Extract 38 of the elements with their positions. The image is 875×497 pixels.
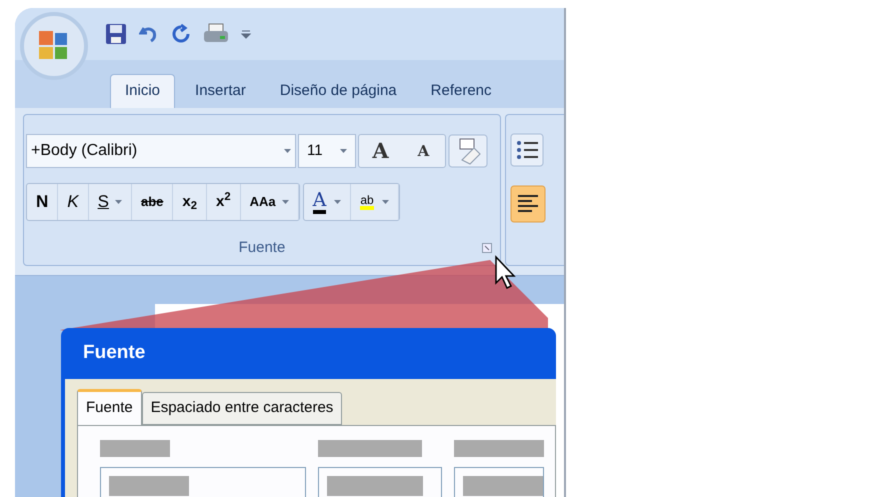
dropdown-caret-icon <box>282 200 289 204</box>
format-button[interactable]: N <box>27 184 58 220</box>
customize-caret-icon[interactable] <box>241 29 251 39</box>
ribbon-tab[interactable]: Diseño de página <box>266 74 411 108</box>
dialog-launcher-icon[interactable] <box>482 243 492 253</box>
font-name-field[interactable]: +Body (Calibri) <box>26 134 296 168</box>
bullet-list-icon[interactable] <box>510 133 544 167</box>
dropdown-caret-icon <box>382 200 389 204</box>
dialog-tab[interactable]: Fuente <box>77 389 142 425</box>
mouse-pointer-icon <box>494 255 518 291</box>
clear-formatting-icon[interactable] <box>448 134 488 168</box>
ribbon-tab[interactable]: Inicio <box>110 74 176 108</box>
dropdown-caret-icon <box>114 200 122 204</box>
group-title: Fuente <box>238 238 286 258</box>
printer-icon[interactable] <box>203 23 229 45</box>
shrink-font-button[interactable]: A <box>402 135 445 167</box>
dropdown-caret-icon <box>340 149 347 153</box>
align-left-icon[interactable] <box>510 185 546 223</box>
format-button[interactable]: S <box>88 184 132 220</box>
format-button[interactable]: x$^{2}$ <box>206 184 241 220</box>
format-button[interactable]: A <box>304 184 352 220</box>
dialog-tab[interactable]: Espaciado entre caracteres <box>142 392 342 425</box>
dropdown-caret-icon <box>334 200 342 204</box>
format-button[interactable]: x$_{2}$ <box>173 184 207 220</box>
ribbon-tab[interactable]: Insertar <box>181 74 260 108</box>
font-size-field[interactable]: 11 <box>298 134 356 168</box>
save-icon[interactable] <box>105 23 127 45</box>
grow-font-button[interactable]: A <box>359 135 402 167</box>
format-button[interactable]: ab <box>351 184 399 220</box>
dropdown-caret-icon <box>284 149 291 153</box>
redo-icon[interactable] <box>171 24 191 44</box>
ribbon-tab[interactable]: Referenc <box>416 74 506 108</box>
dialog-title: Fuente <box>83 341 146 366</box>
format-button[interactable]: abe <box>132 184 174 220</box>
format-button[interactable]: AAa <box>240 184 299 220</box>
format-button[interactable]: K <box>58 184 89 220</box>
undo-icon[interactable] <box>139 24 159 44</box>
label-placeholder-bar <box>100 440 170 457</box>
